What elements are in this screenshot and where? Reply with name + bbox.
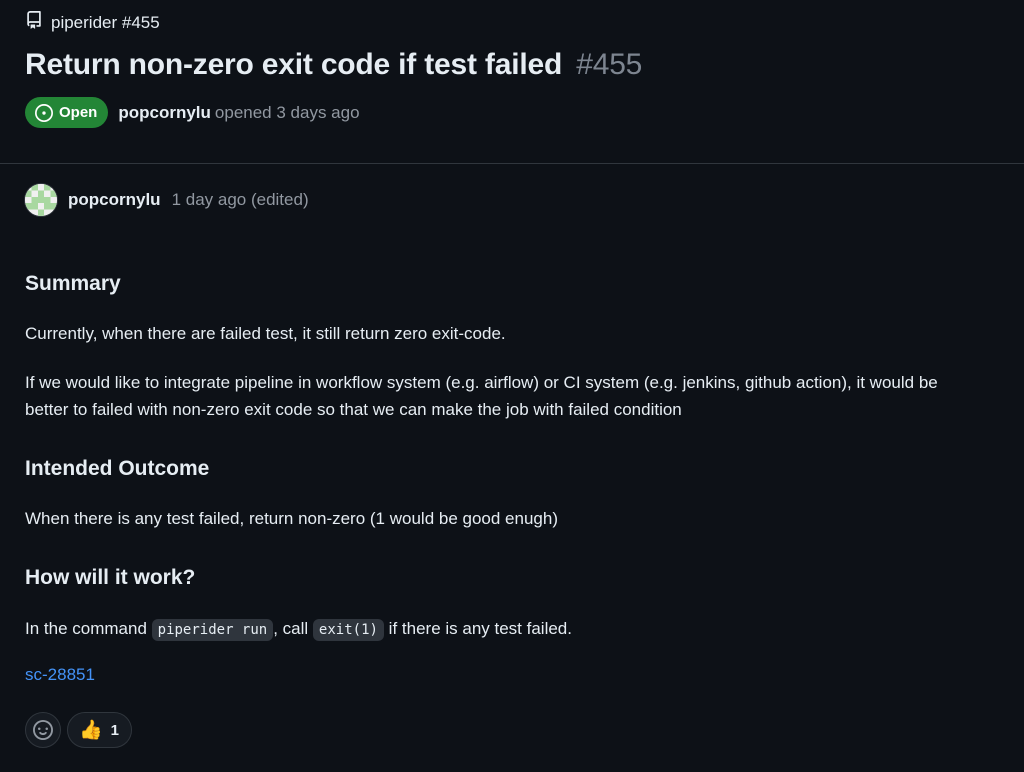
summary-heading: Summary: [25, 272, 121, 295]
intended-outcome-heading: Intended Outcome: [25, 457, 210, 480]
how-will-it-work-heading: How will it work?: [25, 566, 196, 589]
how-will-it-work-paragraph: In the command piperider run, call exit(…: [25, 615, 985, 644]
code-exit-1: exit(1): [312, 619, 384, 641]
reactions-bar: 👍 1: [25, 712, 133, 748]
shortcut-story-link[interactable]: sc-28851: [25, 665, 95, 685]
smiley-icon: [33, 720, 53, 740]
how-suffix-text: if there is any test failed.: [388, 619, 572, 638]
comment-header: popcornylu 1 day ago (edited): [25, 184, 309, 216]
issue-opened-icon: [35, 103, 53, 122]
code-piperider-run: piperider run: [151, 619, 274, 641]
summary-paragraph-2: If we would like to integrate pipeline i…: [25, 373, 938, 419]
status-badge: Open: [25, 97, 109, 128]
status-label: Open: [59, 104, 98, 121]
repo-label[interactable]: piperider #455: [51, 13, 160, 33]
repo-breadcrumb[interactable]: piperider #455: [25, 11, 160, 34]
thumbs-up-icon: 👍: [79, 720, 103, 741]
header-divider: [0, 163, 1024, 164]
issue-title: Return non-zero exit code if test failed…: [25, 48, 642, 82]
issue-meta: Open popcornylu opened 3 days ago: [25, 97, 360, 128]
add-reaction-button[interactable]: [25, 712, 61, 748]
issue-number: #455: [576, 48, 643, 81]
thumbs-up-count: 1: [110, 721, 120, 739]
comment-timestamp[interactable]: 1 day ago (edited): [172, 190, 309, 210]
intended-outcome-paragraph: When there is any test failed, return no…: [25, 509, 558, 528]
comment-author-link[interactable]: popcornylu: [68, 190, 161, 210]
issue-opened-text: opened 3 days ago: [214, 102, 360, 122]
repo-icon: [25, 11, 43, 34]
issue-title-text: Return non-zero exit code if test failed: [25, 48, 563, 81]
how-mid-text: , call: [273, 619, 309, 638]
how-prefix-text: In the command: [25, 619, 147, 638]
summary-paragraph-1: Currently, when there are failed test, i…: [25, 324, 506, 343]
issue-author-link[interactable]: popcornylu: [118, 103, 211, 123]
thumbs-up-reaction-button[interactable]: 👍 1: [67, 712, 133, 748]
avatar[interactable]: [25, 184, 57, 216]
